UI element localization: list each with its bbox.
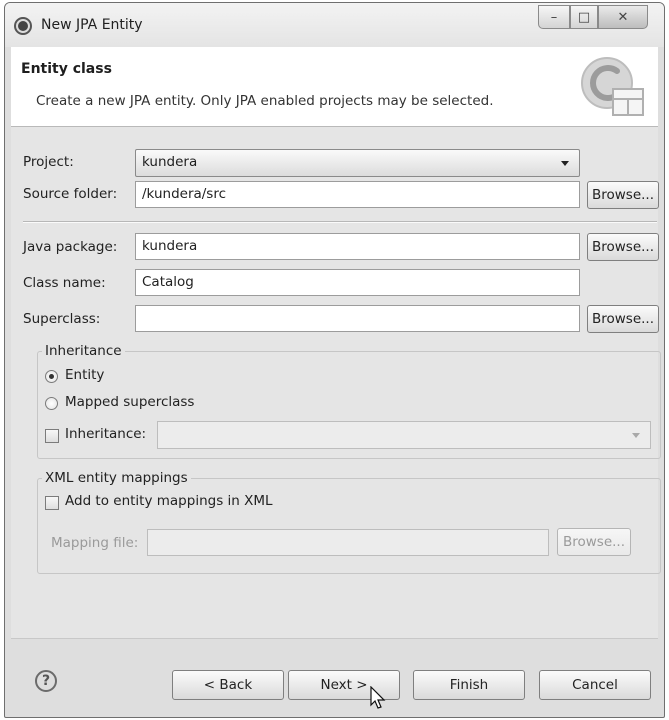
source-folder-label: Source folder: — [23, 186, 118, 202]
add-to-xml-checkbox-label: Add to entity mappings in XML — [65, 493, 273, 509]
mapped-superclass-radio[interactable] — [45, 397, 58, 410]
java-package-browse-button[interactable]: Browse... — [587, 233, 659, 261]
separator — [23, 221, 657, 223]
window-title: New JPA Entity — [41, 17, 143, 33]
project-label: Project: — [23, 154, 74, 170]
close-button[interactable]: ✕ — [598, 5, 648, 29]
mapping-file-label: Mapping file: — [51, 535, 139, 551]
class-name-label: Class name: — [23, 275, 106, 291]
cancel-button[interactable]: Cancel — [539, 670, 651, 700]
add-to-xml-checkbox[interactable] — [45, 496, 59, 510]
source-folder-field[interactable]: /kundera/src — [135, 181, 580, 208]
header-title: Entity class — [21, 61, 112, 77]
finish-button[interactable]: Finish — [413, 670, 525, 700]
wizard-class-icon — [581, 57, 644, 116]
superclass-browse-button[interactable]: Browse... — [587, 305, 659, 333]
inheritance-checkbox[interactable] — [45, 429, 59, 443]
inheritance-checkbox-label: Inheritance: — [65, 426, 147, 442]
chevron-down-icon — [561, 161, 569, 166]
wizard-header: Entity class Create a new JPA entity. On… — [11, 47, 658, 127]
minimize-button[interactable]: – — [538, 5, 570, 29]
superclass-label: Superclass: — [23, 311, 101, 327]
mapped-superclass-radio-label: Mapped superclass — [65, 394, 195, 410]
header-description: Create a new JPA entity. Only JPA enable… — [36, 93, 494, 109]
back-button[interactable]: < Back — [172, 670, 284, 700]
new-jpa-entity-dialog: New JPA Entity – □ ✕ Entity class Create… — [4, 2, 665, 718]
class-name-field[interactable]: Catalog — [135, 269, 580, 296]
chevron-down-icon — [632, 433, 640, 438]
wizard-content: Project: kundera Source folder: /kundera… — [11, 127, 661, 638]
help-icon[interactable]: ? — [35, 670, 57, 692]
inheritance-group-title: Inheritance — [42, 343, 125, 359]
maximize-button[interactable]: □ — [570, 5, 598, 29]
entity-radio[interactable] — [45, 370, 58, 383]
mapping-file-field[interactable] — [147, 529, 549, 556]
project-value: kundera — [142, 154, 198, 170]
xml-mappings-group-title: XML entity mappings — [42, 470, 191, 486]
inheritance-strategy-combo[interactable] — [157, 421, 651, 449]
java-package-label: Java package: — [23, 239, 118, 255]
superclass-field[interactable] — [135, 305, 580, 332]
entity-radio-label: Entity — [65, 367, 105, 383]
source-folder-browse-button[interactable]: Browse... — [587, 181, 659, 209]
mouse-pointer-icon — [370, 686, 386, 709]
title-bar: New JPA Entity – □ ✕ — [5, 3, 664, 47]
eclipse-app-icon — [14, 17, 32, 35]
mapping-file-browse-button[interactable]: Browse... — [557, 528, 631, 556]
footer-separator — [11, 638, 658, 639]
project-combo[interactable]: kundera — [135, 149, 580, 177]
java-package-field[interactable]: kundera — [135, 233, 580, 260]
